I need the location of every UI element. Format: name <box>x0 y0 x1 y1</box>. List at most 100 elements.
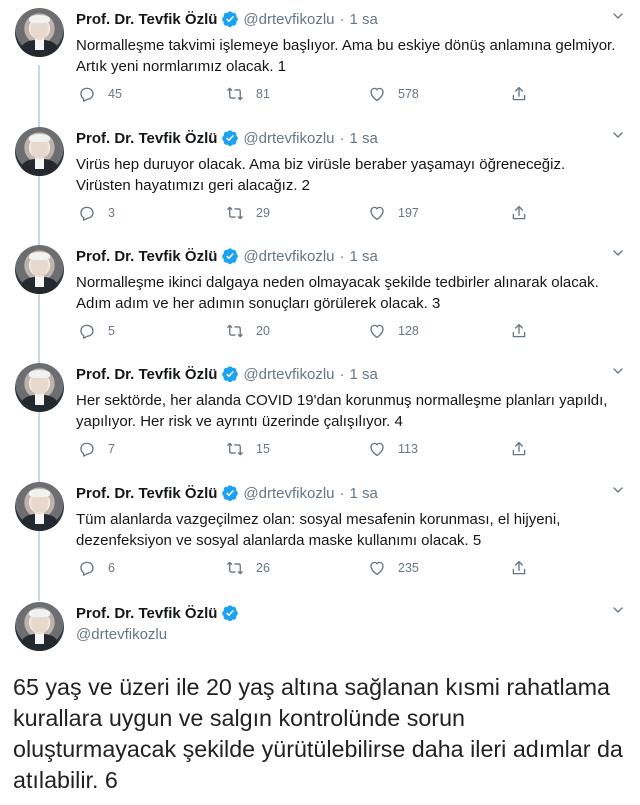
reply-count: 7 <box>108 442 115 456</box>
tweet-text: Her sektörde, her alanda COVID 19'dan ko… <box>76 392 608 430</box>
tweet-2[interactable]: Prof. Dr. Tevfik Özlü @drtevfikozlu · 1 … <box>0 119 640 237</box>
avatar[interactable] <box>15 482 64 531</box>
share-icon <box>512 441 526 456</box>
tweet-5[interactable]: Prof. Dr. Tevfik Özlü @drtevfikozlu · 1 … <box>0 474 640 592</box>
tweet-text: Tüm alanlarda vazgeçilmez olan: sosyal m… <box>76 511 561 549</box>
tweet-text: Virüs hep duruyor olacak. Ama biz virüsl… <box>76 156 566 194</box>
tweet-3[interactable]: Prof. Dr. Tevfik Özlü @drtevfikozlu · 1 … <box>0 237 640 355</box>
share-button[interactable] <box>510 559 540 577</box>
like-icon <box>370 324 384 339</box>
tweet-header: Prof. Dr. Tevfik Özlü <box>76 604 243 622</box>
chevron-down-icon[interactable] <box>610 127 626 143</box>
reply-icon <box>80 561 94 576</box>
share-button[interactable] <box>510 440 540 458</box>
like-count: 113 <box>398 442 418 456</box>
author-name[interactable]: Prof. Dr. Tevfik Özlü <box>76 11 217 28</box>
avatar[interactable] <box>15 245 64 294</box>
like-button[interactable]: 197 <box>368 204 419 222</box>
like-count: 578 <box>398 87 419 101</box>
retweet-button[interactable]: 29 <box>226 204 270 222</box>
like-button[interactable]: 113 <box>368 440 418 458</box>
retweet-icon <box>227 206 243 220</box>
chevron-down-icon[interactable] <box>610 363 626 379</box>
verified-badge-icon <box>222 366 239 383</box>
tweet-actions: 6 26 235 <box>76 559 546 581</box>
tweet-time[interactable]: 1 sa <box>350 11 378 28</box>
author-name[interactable]: Prof. Dr. Tevfik Özlü <box>76 485 217 502</box>
tweet-header: Prof. Dr. Tevfik Özlü @drtevfikozlu · 1 … <box>76 10 378 28</box>
tweet-final[interactable]: Prof. Dr. Tevfik Özlü @drtevfikozlu <box>0 594 640 664</box>
separator-dot: · <box>339 10 345 28</box>
chevron-down-icon[interactable] <box>610 602 626 618</box>
author-handle[interactable]: @drtevfikozlu <box>243 485 334 502</box>
retweet-count: 20 <box>256 324 270 338</box>
reply-count: 6 <box>108 561 115 575</box>
separator-dot: · <box>339 484 345 502</box>
share-icon <box>512 560 526 575</box>
reply-count: 45 <box>108 87 122 101</box>
final-tweet-text: 65 yaş ve üzeri ile 20 yaş altına sağlan… <box>13 674 623 793</box>
retweet-button[interactable]: 26 <box>226 559 270 577</box>
reply-button[interactable]: 3 <box>78 204 115 222</box>
avatar[interactable] <box>15 602 64 651</box>
tweet-actions: 45 81 578 <box>76 85 546 107</box>
tweet-actions: 3 29 197 <box>76 204 546 226</box>
tweet-time[interactable]: 1 sa <box>350 248 378 265</box>
author-name[interactable]: Prof. Dr. Tevfik Özlü <box>76 366 217 383</box>
share-button[interactable] <box>510 204 540 222</box>
tweet-actions: 7 15 113 <box>76 440 546 462</box>
avatar[interactable] <box>15 127 64 176</box>
retweet-button[interactable]: 20 <box>226 322 270 340</box>
author-handle[interactable]: @drtevfikozlu <box>243 366 334 383</box>
tweet-header: Prof. Dr. Tevfik Özlü @drtevfikozlu · 1 … <box>76 484 378 502</box>
chevron-down-icon[interactable] <box>610 8 626 24</box>
avatar[interactable] <box>15 8 64 57</box>
tweet-text: Normalleşme ikinci dalgaya neden olmayac… <box>76 274 599 312</box>
share-icon <box>512 323 526 338</box>
reply-count: 5 <box>108 324 115 338</box>
share-button[interactable] <box>510 85 540 103</box>
retweet-button[interactable]: 15 <box>226 440 270 458</box>
tweet-time[interactable]: 1 sa <box>350 366 378 383</box>
like-button[interactable]: 578 <box>368 85 419 103</box>
author-handle[interactable]: @drtevfikozlu <box>76 626 167 643</box>
reply-button[interactable]: 5 <box>78 322 115 340</box>
author-name[interactable]: Prof. Dr. Tevfik Özlü <box>76 248 217 265</box>
reply-button[interactable]: 7 <box>78 440 115 458</box>
like-button[interactable]: 128 <box>368 322 419 340</box>
chevron-down-icon[interactable] <box>610 245 626 261</box>
reply-button[interactable]: 6 <box>78 559 115 577</box>
author-handle[interactable]: @drtevfikozlu <box>243 248 334 265</box>
retweet-button[interactable]: 81 <box>226 85 270 103</box>
retweet-icon <box>227 324 243 338</box>
tweet-time[interactable]: 1 sa <box>350 485 378 502</box>
separator-dot: · <box>339 247 345 265</box>
tweet-4[interactable]: Prof. Dr. Tevfik Özlü @drtevfikozlu · 1 … <box>0 355 640 473</box>
tweet-actions: 5 20 128 <box>76 322 546 344</box>
verified-badge-icon <box>222 605 239 622</box>
like-count: 197 <box>398 206 419 220</box>
reply-icon <box>80 87 94 102</box>
like-button[interactable]: 235 <box>368 559 419 577</box>
chevron-down-icon[interactable] <box>610 482 626 498</box>
retweet-count: 81 <box>256 87 270 101</box>
reply-icon <box>80 206 94 221</box>
author-name[interactable]: Prof. Dr. Tevfik Özlü <box>76 605 217 622</box>
like-count: 128 <box>398 324 419 338</box>
author-handle[interactable]: @drtevfikozlu <box>243 11 334 28</box>
like-count: 235 <box>398 561 419 575</box>
share-button[interactable] <box>510 322 540 340</box>
tweet-text: Normalleşme takvimi işlemeye başlıyor. A… <box>76 37 616 75</box>
retweet-count: 26 <box>256 561 270 575</box>
like-icon <box>370 561 384 576</box>
share-icon <box>512 86 526 101</box>
tweet-time[interactable]: 1 sa <box>350 130 378 147</box>
tweet-header: Prof. Dr. Tevfik Özlü @drtevfikozlu · 1 … <box>76 365 378 383</box>
avatar[interactable] <box>15 363 64 412</box>
share-icon <box>512 205 526 220</box>
author-name[interactable]: Prof. Dr. Tevfik Özlü <box>76 130 217 147</box>
retweet-count: 15 <box>256 442 270 456</box>
reply-button[interactable]: 45 <box>78 85 122 103</box>
tweet-1[interactable]: Prof. Dr. Tevfik Özlü @drtevfikozlu · 1 … <box>0 0 640 118</box>
author-handle[interactable]: @drtevfikozlu <box>243 130 334 147</box>
